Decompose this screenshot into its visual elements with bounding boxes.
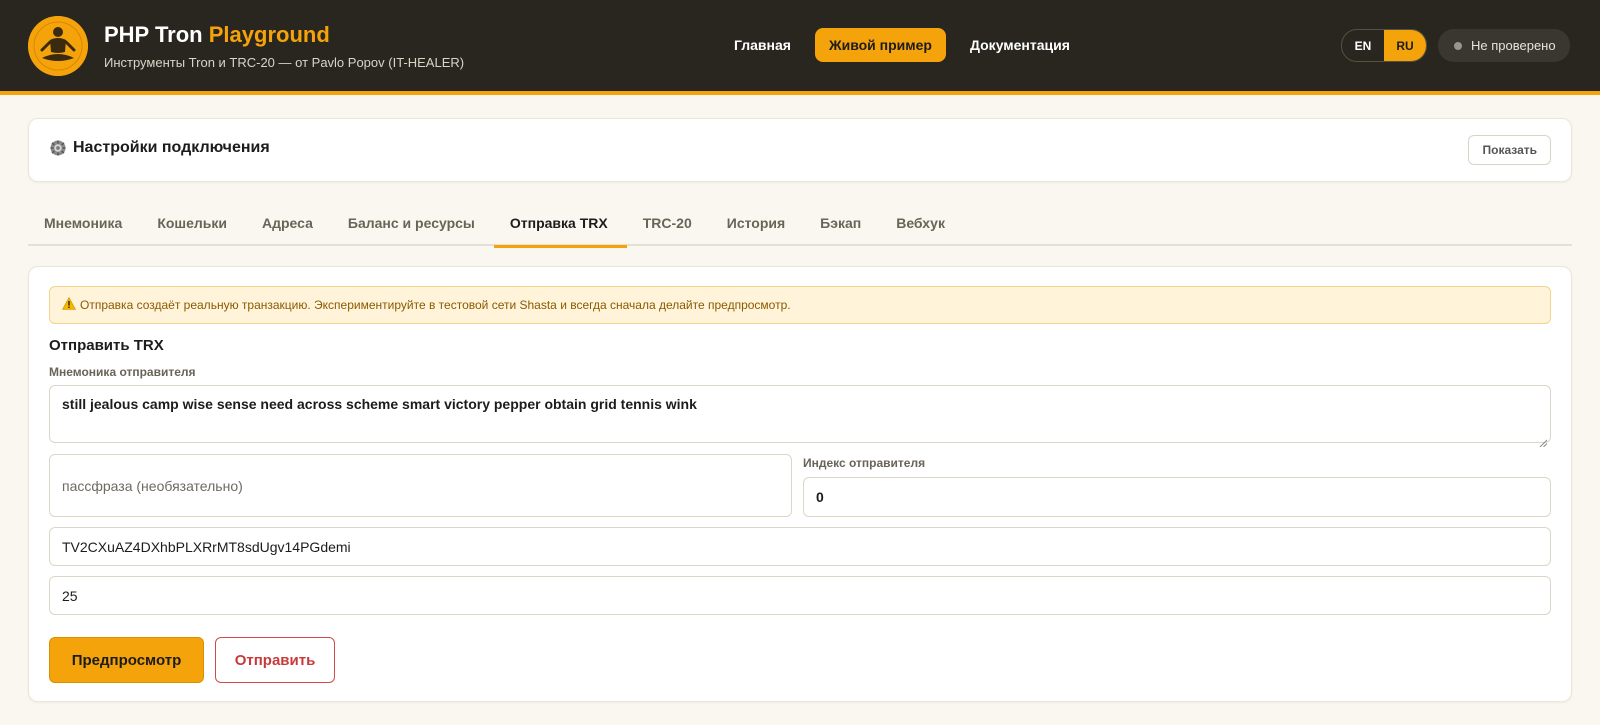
gear-icon xyxy=(49,139,67,157)
mnemonic-textarea[interactable]: still jealous camp wise sense need acros… xyxy=(49,385,1551,443)
brand-subtitle: Инструменты Tron и TRC-20 — от Pavlo Pop… xyxy=(104,55,465,70)
send-button[interactable]: Отправить xyxy=(215,637,335,683)
lang-en-button[interactable]: EN xyxy=(1342,30,1384,61)
send-trx-panel: Отправка создаёт реальную транзакцию. Эк… xyxy=(28,266,1572,702)
tab-mnemonic[interactable]: Мнемоника xyxy=(28,204,141,246)
tab-bar: Мнемоника Кошельки Адреса Баланс и ресур… xyxy=(28,204,1572,248)
preview-button[interactable]: Предпросмотр xyxy=(49,637,204,683)
tab-webhook[interactable]: Вебхук xyxy=(880,204,964,246)
status-dot-icon xyxy=(1454,41,1462,50)
logo-icon[interactable] xyxy=(28,16,88,76)
connection-settings-card: Настройки подключения Показать xyxy=(28,118,1572,182)
app-header: PHP Tron Playground Инструменты Tron и T… xyxy=(0,0,1600,95)
brand-title: PHP Tron Playground xyxy=(104,22,330,48)
show-settings-button[interactable]: Показать xyxy=(1468,135,1551,165)
tab-backup[interactable]: Бэкап xyxy=(804,204,880,246)
warning-icon xyxy=(61,296,77,313)
lang-ru-button[interactable]: RU xyxy=(1384,30,1426,61)
tab-addresses[interactable]: Адреса xyxy=(246,204,332,246)
nav-live-demo[interactable]: Живой пример xyxy=(814,28,946,62)
connection-status-badge: Не проверено xyxy=(1438,29,1570,62)
status-text: Не проверено xyxy=(1471,38,1556,53)
tab-history[interactable]: История xyxy=(711,204,804,246)
nav-home[interactable]: Главная xyxy=(720,28,805,62)
tab-wallets[interactable]: Кошельки xyxy=(141,204,246,246)
sender-index-label: Индекс отправителя xyxy=(803,456,926,470)
settings-title-text: Настройки подключения xyxy=(73,139,270,156)
tab-send-trx[interactable]: Отправка TRX xyxy=(493,204,627,248)
warning-text: Отправка создаёт реальную транзакцию. Эк… xyxy=(80,298,791,312)
warning-banner: Отправка создаёт реальную транзакцию. Эк… xyxy=(49,286,1551,324)
section-title: Отправить TRX xyxy=(49,337,164,354)
brand-title-main: PHP Tron xyxy=(104,22,203,47)
main-nav: Главная Живой пример Документация xyxy=(720,28,1084,62)
tab-trc20[interactable]: TRC-20 xyxy=(627,204,711,246)
passphrase-input[interactable] xyxy=(49,454,792,517)
recipient-address-input[interactable] xyxy=(49,527,1551,566)
mnemonic-label: Мнемоника отправителя xyxy=(49,365,196,379)
tab-balance[interactable]: Баланс и ресурсы xyxy=(332,204,494,246)
amount-input[interactable] xyxy=(49,576,1551,615)
brand-title-accent: Playground xyxy=(208,22,330,47)
settings-title: Настройки подключения xyxy=(49,139,270,157)
nav-docs[interactable]: Документация xyxy=(956,28,1084,62)
resize-handle-icon[interactable] xyxy=(1539,439,1547,447)
language-switcher: EN RU xyxy=(1341,29,1427,62)
sender-index-input[interactable] xyxy=(803,477,1551,517)
